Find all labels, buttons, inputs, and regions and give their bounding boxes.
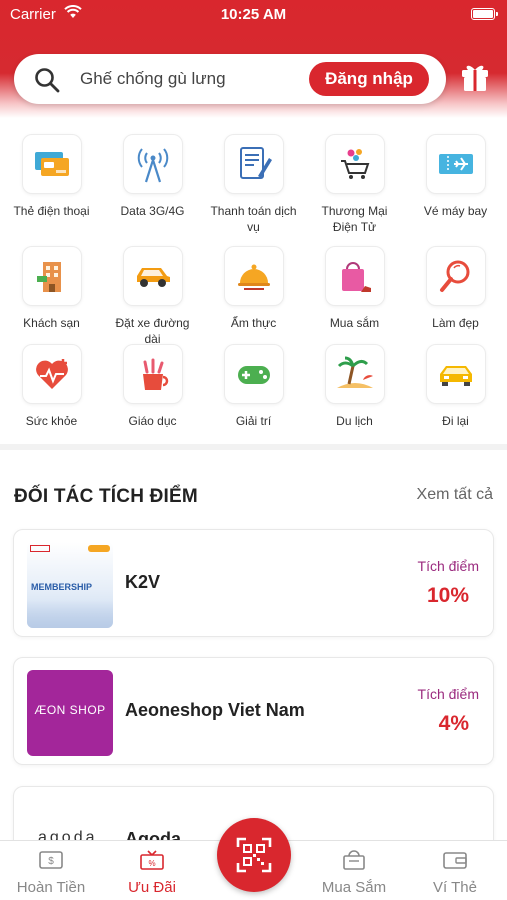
battery-icon (471, 8, 498, 20)
category-beauty[interactable]: Làm đẹp (405, 246, 506, 331)
tab-label: Hoàn Tiền (16, 879, 86, 896)
partner-card-aeoneshop[interactable]: ÆON SHOP Aeoneshop Viet Nam Tích điểm 4% (13, 657, 494, 765)
category-label: Thương Mại Điện Tử (321, 204, 388, 234)
points-label: Tích điểm (417, 686, 479, 702)
category-label: Sức khỏe (25, 414, 78, 428)
category-phone-card[interactable]: Thẻ điện thoại (1, 134, 102, 219)
category-label: Thanh toán dịch vụ (210, 204, 297, 234)
category-label: Data 3G/4G (120, 204, 185, 218)
header: Carrier 10:25 AM Ghế chống gù lưng Đăng … (0, 0, 507, 118)
category-label: Ẩm thực (230, 316, 277, 330)
partner-logo: ÆON SHOP (27, 670, 113, 756)
qr-scan-icon (236, 837, 272, 873)
plane-ticket-icon (438, 154, 473, 174)
category-grid: Thẻ điện thoại Data 3G/4G Thanh toán dịc… (0, 118, 507, 444)
svg-text:%: % (148, 859, 155, 868)
search-input[interactable]: Ghế chống gù lưng (80, 69, 226, 89)
antenna-icon (137, 148, 168, 183)
hotel-icon (36, 262, 61, 292)
see-all-link[interactable]: Xem tất cả (417, 486, 493, 504)
partners-section: ĐỐI TÁC TÍCH ĐIỂM Xem tất cả MEMBERSHIP … (0, 450, 507, 840)
category-label: Vé máy bay (423, 204, 488, 218)
cashback-icon: $ (39, 851, 63, 869)
svg-text:$: $ (48, 856, 54, 867)
category-data[interactable]: Data 3G/4G (102, 134, 203, 219)
ecommerce-cart-icon (340, 149, 369, 179)
shopping-bag-icon (341, 262, 371, 292)
gift-icon[interactable] (460, 60, 490, 92)
tab-label: Mua Sắm (321, 879, 387, 896)
logo-text: MEMBERSHIP (31, 582, 93, 592)
tab-shopping[interactable]: Mua Sắm (304, 849, 404, 896)
logo-mark (30, 545, 50, 552)
beauty-mirror-icon (439, 260, 469, 292)
logo-text: ÆON SHOP (34, 703, 106, 717)
category-transport[interactable]: Đi lại (405, 344, 506, 429)
food-cloche-icon (237, 264, 270, 290)
education-icon (142, 358, 168, 390)
category-label: Giải trí (235, 414, 272, 428)
category-travel[interactable]: Du lịch (304, 344, 405, 429)
partner-name: Agoda (125, 829, 181, 840)
category-bill-payment[interactable]: Thanh toán dịch vụ (203, 134, 304, 235)
partner-logo: MEMBERSHIP (27, 542, 113, 628)
category-label: Giáo dục (128, 414, 177, 428)
bill-payment-icon (239, 147, 272, 179)
qr-scan-button[interactable] (217, 818, 291, 892)
category-entertainment[interactable]: Giải trí (203, 344, 304, 429)
points-label: Tích điểm (417, 558, 479, 574)
status-bar: Carrier 10:25 AM (0, 5, 507, 26)
category-label: Đặt xe đường dài (115, 316, 190, 346)
partner-name: K2V (125, 572, 161, 592)
tab-cashback[interactable]: $ Hoàn Tiền (1, 849, 101, 896)
shopping-basket-icon (343, 850, 365, 870)
category-shopping[interactable]: Mua sắm (304, 246, 405, 331)
category-hotel[interactable]: Khách sạn (1, 246, 102, 331)
section-title: ĐỐI TÁC TÍCH ĐIỂM (14, 486, 198, 507)
tab-wallet[interactable]: Ví Thẻ (405, 849, 505, 896)
clock: 10:25 AM (220, 6, 287, 23)
points-value: 10% (426, 584, 469, 607)
tab-label: Ưu Đãi (128, 879, 176, 896)
wallet-icon (443, 852, 467, 869)
category-label: Mua sắm (329, 316, 380, 330)
category-label: Du lịch (336, 414, 373, 428)
category-label: Làm đẹp (432, 316, 479, 330)
login-button[interactable]: Đăng nhập (309, 62, 429, 96)
tab-offers[interactable]: % Ưu Đãi (102, 849, 202, 896)
health-heart-icon (35, 359, 68, 389)
beach-icon (336, 356, 373, 388)
partner-name: Aeoneshop Viet Nam (125, 700, 305, 720)
category-education[interactable]: Giáo dục (102, 344, 203, 429)
search-icon (35, 68, 60, 93)
tab-label: Ví Thẻ (433, 879, 477, 896)
points-value: 4% (438, 712, 469, 735)
logo-text: agoda (38, 829, 98, 840)
category-label: Đi lại (442, 414, 469, 428)
phone-card-icon (34, 152, 69, 176)
logo-fade (27, 600, 113, 628)
gamepad-icon (237, 366, 270, 384)
logo-mark (88, 545, 110, 552)
category-ecommerce[interactable]: Thương Mại Điện Tử (304, 134, 405, 235)
category-plane-ticket[interactable]: Vé máy bay (405, 134, 506, 219)
category-food[interactable]: Ẩm thực (203, 246, 304, 331)
category-car[interactable]: Đặt xe đường dài (102, 246, 203, 347)
category-label: Thẻ điện thoại (13, 204, 90, 218)
search-bar[interactable]: Ghế chống gù lưng Đăng nhập (14, 54, 446, 104)
taxi-icon (439, 366, 472, 386)
car-icon (136, 268, 170, 287)
partner-card-k2v[interactable]: MEMBERSHIP K2V Tích điểm 10% (13, 529, 494, 637)
category-health[interactable]: Sức khỏe (1, 344, 102, 429)
category-label: Khách sạn (23, 316, 80, 330)
voucher-icon: % (140, 850, 164, 870)
